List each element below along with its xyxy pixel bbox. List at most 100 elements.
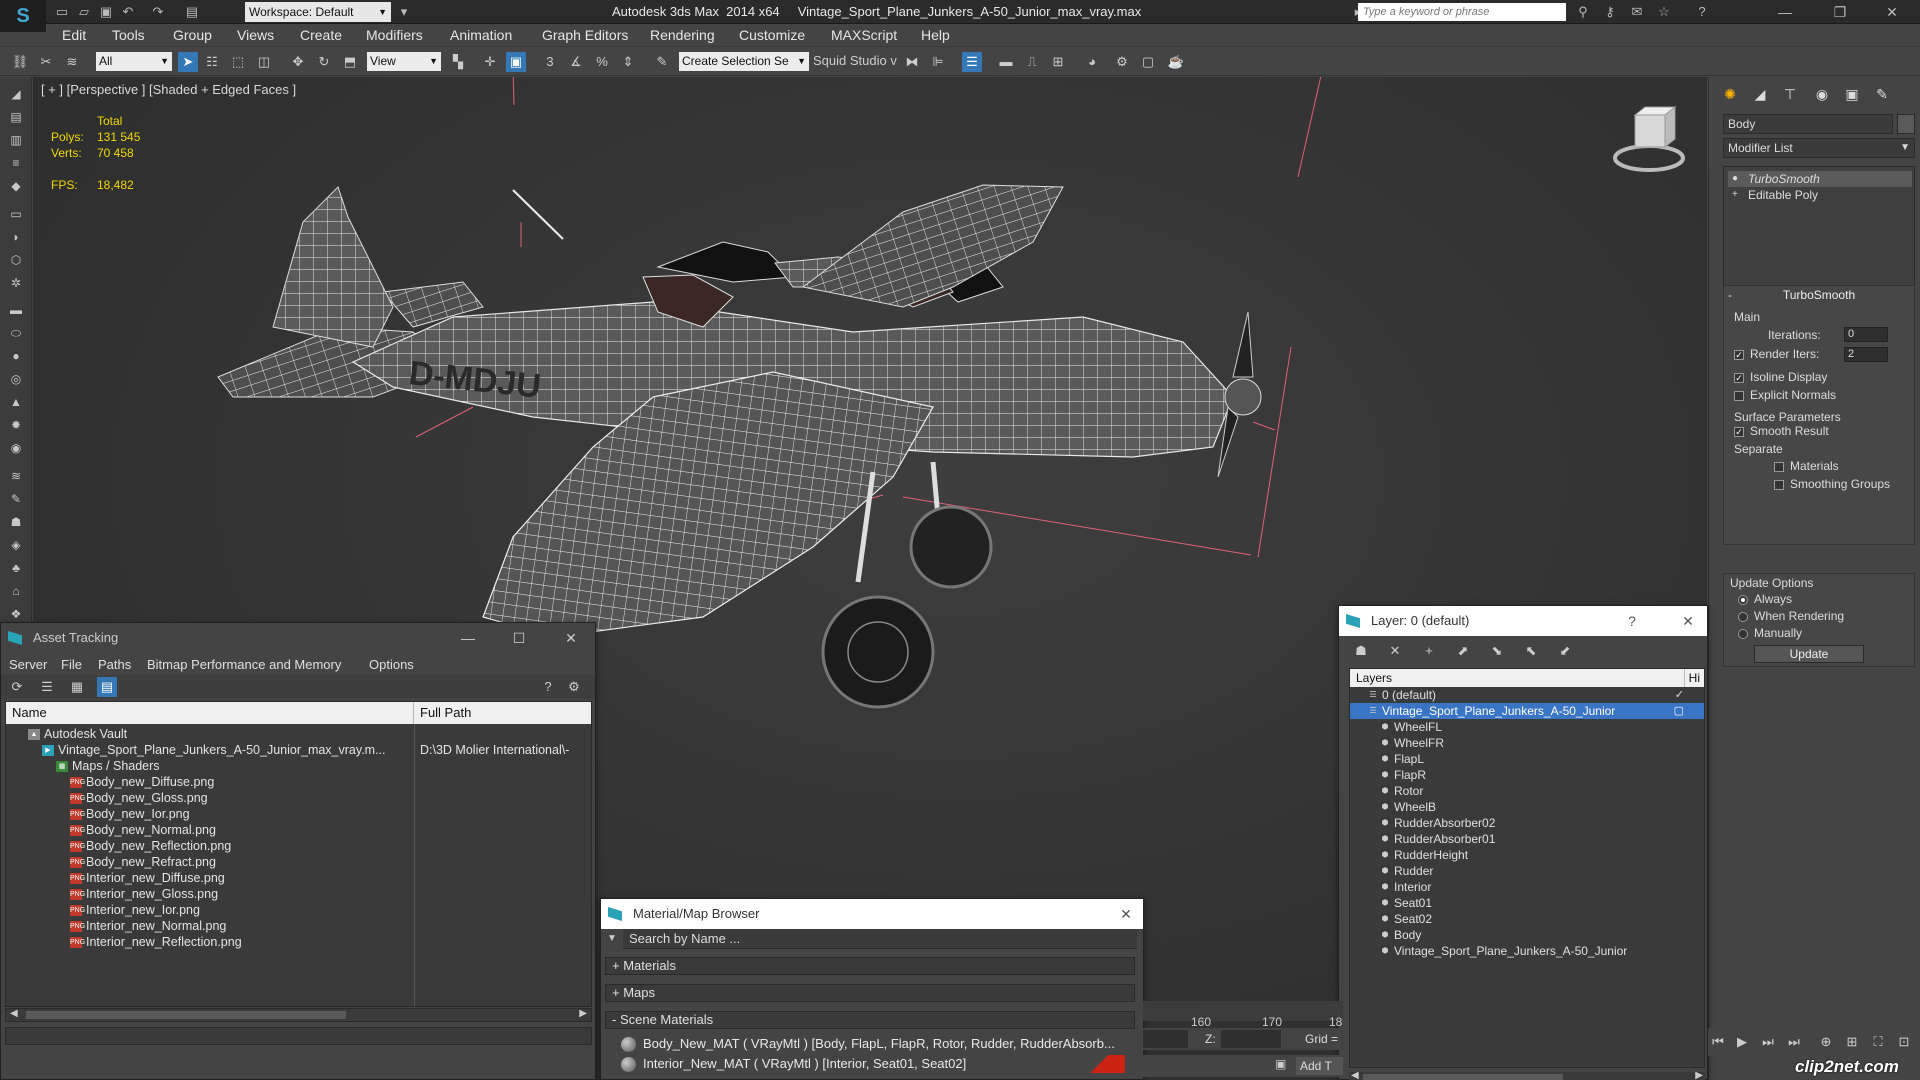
utilities-tab-icon[interactable]: ✎: [1869, 83, 1895, 105]
reference-coordinate-dropdown[interactable]: View ▼: [367, 52, 441, 71]
close-icon[interactable]: ✕: [556, 623, 586, 653]
redo-icon[interactable]: ↷: [148, 3, 168, 20]
coordinate-field[interactable]: [1143, 1030, 1188, 1048]
asset-row[interactable]: PNG Body_new_Reflection.png: [6, 838, 591, 854]
column-header-full-path[interactable]: Full Path: [414, 702, 591, 724]
menu-edit[interactable]: Edit: [62, 27, 86, 43]
layer-row[interactable]: ⬢ Vintage_Sport_Plane_Junkers_A-50_Junior: [1350, 943, 1704, 959]
create-layer-icon[interactable]: +: [1419, 641, 1439, 661]
layer-window-titlebar[interactable]: Layer: 0 (default): [1339, 606, 1707, 636]
zoom-all-icon[interactable]: ⊞: [1842, 1032, 1862, 1052]
asset-row[interactable]: ▦ Maps / Shaders: [6, 758, 591, 774]
menu-help[interactable]: Help: [921, 27, 950, 43]
minimize-icon[interactable]: —: [453, 623, 483, 653]
tool-icon[interactable]: ▬: [6, 303, 26, 321]
layer-row[interactable]: ⬢ Seat02: [1350, 911, 1704, 927]
tool-icon[interactable]: ✎: [6, 492, 26, 510]
table-view-icon[interactable]: ▤: [97, 677, 117, 697]
stack-item-editable-poly[interactable]: + Editable Poly: [1728, 187, 1912, 203]
link-icon[interactable]: ⛓: [10, 52, 30, 72]
section-maps[interactable]: + Maps: [605, 984, 1135, 1002]
highlight-layer-icon[interactable]: ⬉: [1521, 641, 1541, 661]
scroll-left-icon[interactable]: ◀: [1351, 1070, 1359, 1080]
object-color-swatch[interactable]: [1897, 114, 1915, 134]
rotate-icon[interactable]: ↻: [314, 52, 334, 72]
separate-smoothing-groups-checkbox[interactable]: [1774, 480, 1784, 490]
settings-icon[interactable]: ⚙: [564, 677, 584, 697]
tool-icon[interactable]: ▲: [6, 395, 26, 413]
zoom-icon[interactable]: ⊕: [1816, 1032, 1836, 1052]
lightbulb-icon[interactable]: ●: [1732, 171, 1738, 187]
material-item-interior[interactable]: Interior_New_MAT ( VRayMtl ) [Interior, …: [617, 1055, 1125, 1073]
layer-box-icon[interactable]: ▢: [1674, 703, 1684, 719]
schematic-view-icon[interactable]: ⊞: [1048, 52, 1068, 72]
browser-options-icon[interactable]: ▼: [607, 933, 617, 944]
layer-row[interactable]: ⬢ Rudder: [1350, 863, 1704, 879]
material-item-body[interactable]: Body_New_MAT ( VRayMtl ) [Body, FlapL, F…: [617, 1035, 1125, 1053]
viewcube-icon[interactable]: [1605, 103, 1695, 178]
refresh-icon[interactable]: ⟳: [7, 677, 27, 697]
add-to-layer-icon[interactable]: ⬈: [1453, 641, 1473, 661]
menu-animation[interactable]: Animation: [450, 27, 512, 43]
3dsmax-logo-icon[interactable]: S: [0, 0, 46, 32]
stack-item-turbosmooth[interactable]: ● TurboSmooth: [1728, 171, 1912, 187]
align-icon[interactable]: ⊫: [928, 52, 948, 72]
layer-row[interactable]: ⬢ WheelFR: [1350, 735, 1704, 751]
layer-row[interactable]: ⬢ RudderAbsorber02: [1350, 815, 1704, 831]
current-layer-check-icon[interactable]: ✓: [1675, 687, 1684, 703]
render-teapot-icon[interactable]: ☕: [1166, 52, 1186, 72]
column-header-layers[interactable]: Layers: [1356, 671, 1392, 685]
selection-filter-dropdown[interactable]: All ▼: [96, 52, 172, 71]
asset-row[interactable]: PNG Interior_new_Ior.png: [6, 902, 591, 918]
material-editor-icon[interactable]: ◕: [1082, 52, 1102, 72]
select-object-icon[interactable]: ➤: [178, 52, 198, 72]
explicit-normals-checkbox[interactable]: [1734, 391, 1744, 401]
tool-icon[interactable]: ⬡: [6, 253, 26, 271]
layer-row[interactable]: ⬢ WheelFL: [1350, 719, 1704, 735]
section-materials[interactable]: + Materials: [605, 957, 1135, 975]
unlink-icon[interactable]: ✂: [36, 52, 56, 72]
menu-file[interactable]: File: [61, 657, 82, 672]
binoculars-icon[interactable]: ⚲: [1573, 3, 1593, 20]
subscription-icon[interactable]: ⚷: [1600, 3, 1620, 20]
menu-bitmap-performance[interactable]: Bitmap Performance and Memory: [147, 657, 341, 672]
project-folder-icon[interactable]: ▤: [182, 3, 202, 20]
angle-snap-icon[interactable]: ∡: [566, 52, 586, 72]
tool-icon[interactable]: ▤: [6, 110, 26, 128]
keyboard-shortcut-override-icon[interactable]: ▣: [506, 52, 526, 72]
mirror-icon[interactable]: ⧓: [902, 52, 922, 72]
help-icon[interactable]: ?: [1692, 3, 1712, 20]
workspace-dropdown[interactable]: Workspace: Default ▼: [245, 2, 391, 22]
layer-row[interactable]: ☰ 0 (default) ✓: [1350, 687, 1704, 703]
expand-plus-icon[interactable]: +: [1732, 187, 1738, 203]
tool-icon[interactable]: ≡: [6, 156, 26, 174]
graphite-ribbon-icon[interactable]: ▬: [996, 52, 1016, 72]
scroll-right-icon[interactable]: ▶: [579, 1008, 587, 1019]
zoom-extents-icon[interactable]: ⛶: [1868, 1032, 1888, 1052]
display-tab-icon[interactable]: ▣: [1839, 83, 1865, 105]
tool-icon[interactable]: ▥: [6, 133, 26, 151]
material-search-input[interactable]: Search by Name ...: [623, 929, 1137, 949]
horizontal-scrollbar[interactable]: ◀ ▶: [1349, 1070, 1705, 1080]
select-manipulate-icon[interactable]: ✛: [480, 52, 500, 72]
delete-layer-icon[interactable]: ✕: [1385, 641, 1405, 661]
layer-row[interactable]: ⬢ FlapR: [1350, 767, 1704, 783]
rect-selection-icon[interactable]: ⬚: [228, 52, 248, 72]
menu-group[interactable]: Group: [173, 27, 212, 43]
timeline-track-bar[interactable]: 160 170 18: [1143, 1001, 1343, 1029]
tool-icon[interactable]: ◈: [6, 538, 26, 556]
asset-row[interactable]: PNG Body_new_Gloss.png: [6, 790, 591, 806]
named-selection-set-dropdown[interactable]: Create Selection Se ▼: [679, 52, 809, 71]
layer-row[interactable]: ⬢ Rotor: [1350, 783, 1704, 799]
layer-row[interactable]: ☰ Vintage_Sport_Plane_Junkers_A-50_Junior…: [1350, 703, 1704, 719]
percent-snap-icon[interactable]: %: [592, 52, 612, 72]
render-iters-checkbox[interactable]: ✓: [1734, 350, 1744, 360]
layer-manager-icon[interactable]: ☰: [962, 52, 982, 72]
modify-tab-icon[interactable]: ◢: [1747, 83, 1773, 105]
layer-row[interactable]: ⬢ FlapL: [1350, 751, 1704, 767]
play-icon[interactable]: ▶: [1732, 1032, 1752, 1052]
update-when-rendering-radio[interactable]: [1738, 612, 1748, 622]
asset-row[interactable]: PNG Interior_new_Reflection.png: [6, 934, 591, 950]
material-browser-titlebar[interactable]: Material/Map Browser: [601, 899, 1143, 929]
layer-row[interactable]: ⬢ Body: [1350, 927, 1704, 943]
